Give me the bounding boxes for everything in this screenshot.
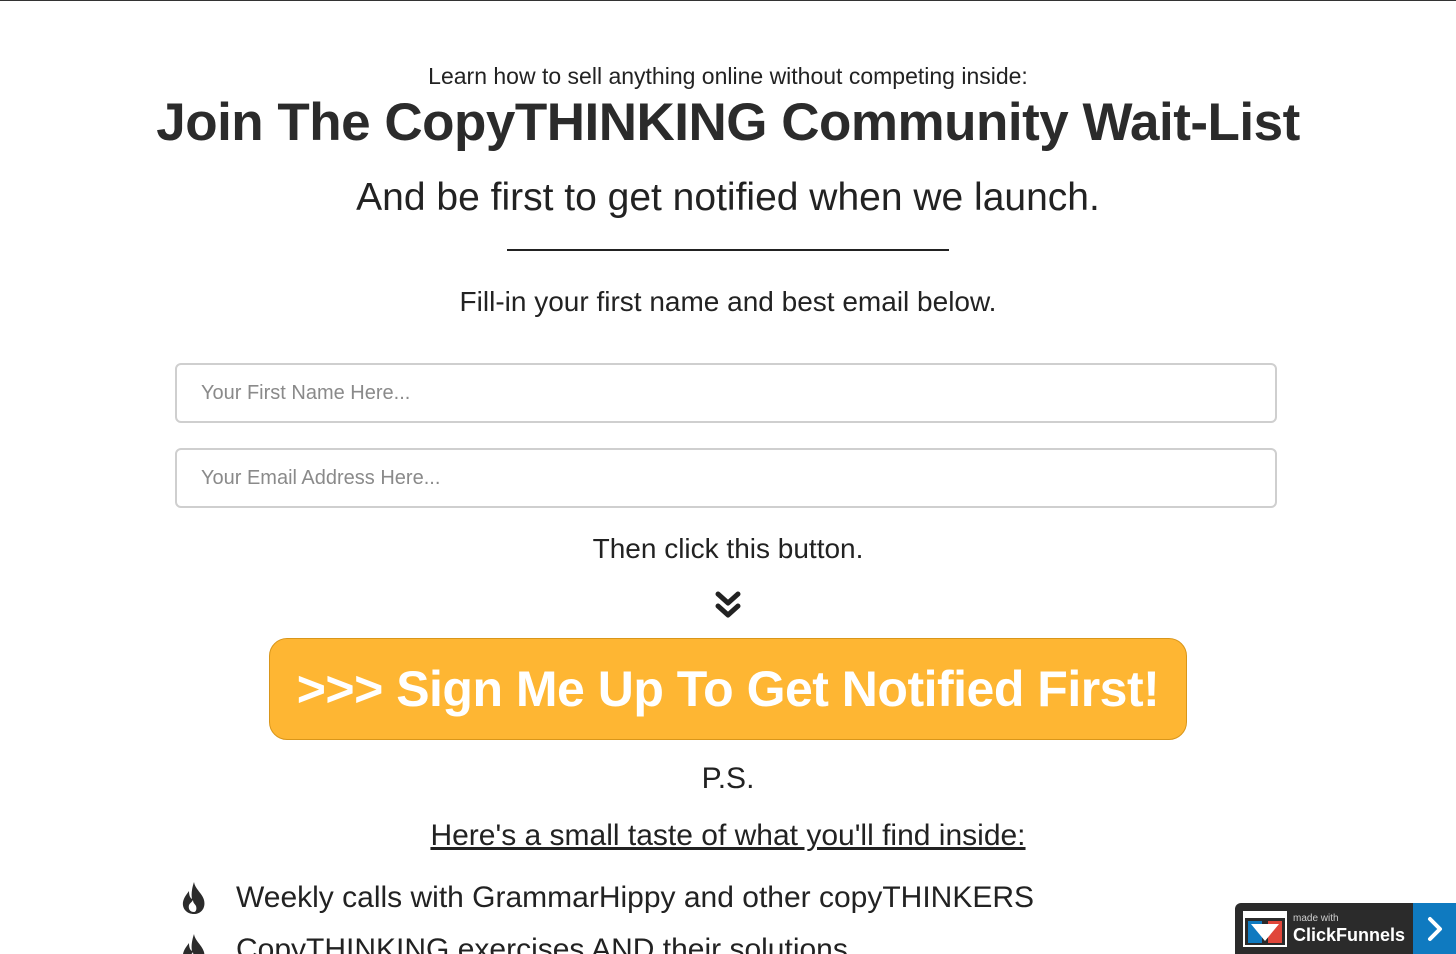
top-border-line xyxy=(0,0,1456,1)
chevron-right-icon xyxy=(1427,916,1442,941)
badge-brand: ClickFunnels xyxy=(1293,924,1406,945)
list-item: Weekly calls with GrammarHippy and other… xyxy=(180,878,1180,918)
taste-heading: Here's a small taste of what you'll find… xyxy=(0,819,1456,853)
list-item-text: CopyTHINKING exercises AND their solutio… xyxy=(236,933,848,954)
badge-text: made with ClickFunnels xyxy=(1293,903,1413,954)
badge-arrow[interactable] xyxy=(1413,903,1456,954)
list-item-text: Weekly calls with GrammarHippy and other… xyxy=(236,881,1035,914)
ps-label: P.S. xyxy=(701,762,755,795)
divider xyxy=(507,249,949,251)
taste-link[interactable]: Here's a small taste of what you'll find… xyxy=(430,819,1025,852)
list-item: CopyTHINKING exercises AND their solutio… xyxy=(180,930,1180,954)
form-instruction: Fill-in your first name and best email b… xyxy=(459,286,997,317)
pre-headline: Learn how to sell anything online withou… xyxy=(428,63,1028,89)
double-chevron-down-icon xyxy=(715,591,741,618)
badge-made-with: made with xyxy=(1293,912,1339,924)
page-title: Join The CopyTHINKING Community Wait-Lis… xyxy=(156,93,1300,152)
first-name-field xyxy=(175,363,1277,423)
sign-up-button[interactable]: >>> Sign Me Up To Get Notified First! xyxy=(269,638,1187,740)
flame-icon xyxy=(182,882,205,914)
subheadline: And be first to get notified when we lau… xyxy=(356,176,1100,219)
email-input[interactable] xyxy=(177,450,1275,506)
page: Learn how to sell anything online withou… xyxy=(0,0,1456,954)
clickfunnels-logo-icon xyxy=(1243,911,1287,947)
flame-icon xyxy=(183,934,205,954)
email-field xyxy=(175,448,1277,508)
clickfunnels-badge[interactable]: made with ClickFunnels xyxy=(1235,903,1456,954)
first-name-input[interactable] xyxy=(177,365,1275,421)
then-click-text: Then click this button. xyxy=(592,533,864,564)
